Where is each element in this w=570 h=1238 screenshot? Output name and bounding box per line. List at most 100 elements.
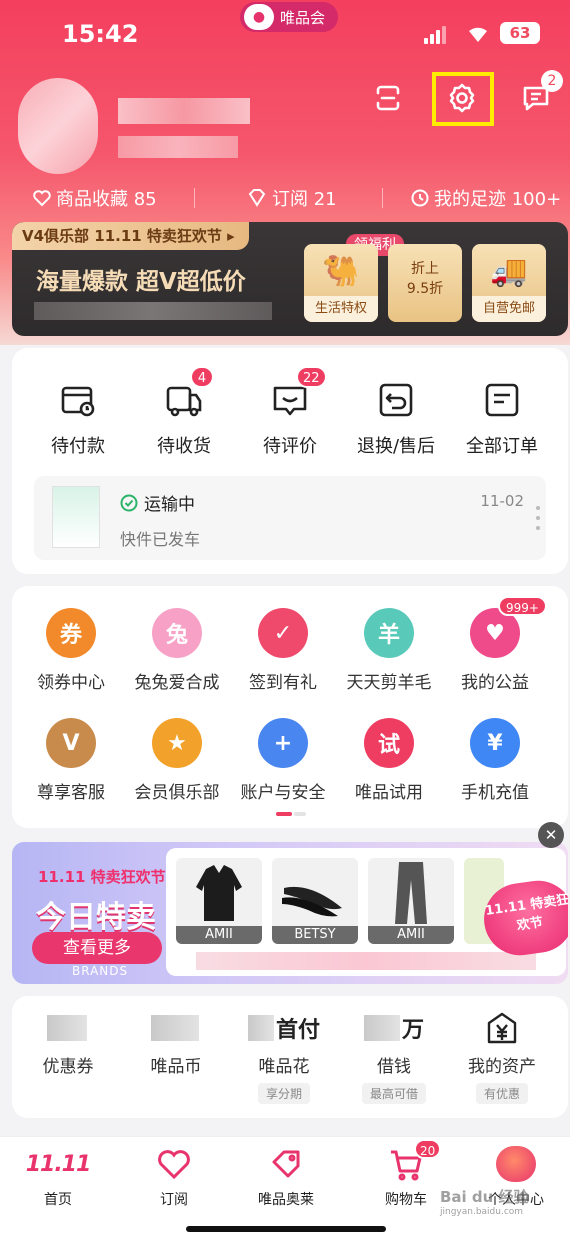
stat-favorites-label: 商品收藏 85 bbox=[56, 189, 157, 210]
cart-badge: 20 bbox=[414, 1139, 442, 1159]
finance-label: 我的资产 bbox=[468, 1057, 536, 1077]
vip-subtext-redacted bbox=[34, 302, 272, 320]
finance-value-text: 万 bbox=[401, 1018, 424, 1043]
order-all[interactable]: 全部订单 bbox=[452, 380, 552, 458]
product-brand: AMII bbox=[368, 926, 454, 944]
order-pending-review[interactable]: 22 待评价 bbox=[240, 366, 340, 458]
benefit-free-shipping[interactable]: 🚚 自营免邮 bbox=[472, 244, 546, 322]
watermark-main: Bai du 经验 bbox=[440, 1188, 529, 1206]
wallet-icon bbox=[58, 380, 98, 420]
home-indicator[interactable] bbox=[186, 1226, 386, 1232]
stat-subscriptions[interactable]: 订阅 21 bbox=[246, 185, 337, 211]
product-brand: AMII bbox=[176, 926, 262, 944]
order-label: 全部订单 bbox=[466, 436, 538, 457]
phone-icon: ¥ bbox=[470, 718, 520, 768]
watermark-sub: jingyan.baidu.com bbox=[440, 1207, 524, 1217]
promo-brands: BRANDS bbox=[72, 964, 129, 978]
list-icon bbox=[482, 380, 522, 420]
finance-label: 借钱 bbox=[377, 1057, 411, 1077]
benefit-label: 自营免邮 bbox=[472, 296, 546, 322]
jacket-image bbox=[176, 858, 262, 928]
tab-subscribe[interactable]: 订阅 bbox=[124, 1145, 224, 1209]
service-label: 唯品试用 bbox=[355, 783, 423, 803]
shipping-desc: 快件已发车 bbox=[120, 530, 201, 549]
service-label: 尊享客服 bbox=[37, 783, 105, 803]
scan-button[interactable] bbox=[370, 80, 406, 116]
finance-sub: 享分期 bbox=[257, 1083, 310, 1104]
product-card[interactable]: AMII bbox=[176, 858, 262, 944]
avatar[interactable] bbox=[18, 78, 98, 174]
shipping-date: 11-02 bbox=[480, 492, 524, 510]
finance-label: 唯品花 bbox=[258, 1057, 310, 1077]
settings-highlight bbox=[432, 72, 494, 126]
service-charity[interactable]: ♥ 999+ 我的公益 bbox=[440, 596, 550, 693]
shipping-update[interactable]: 运输中 快件已发车 11-02 bbox=[34, 476, 546, 560]
product-card[interactable]: AMII bbox=[368, 858, 454, 944]
crown-icon: ★ bbox=[152, 718, 202, 768]
benefit-discount[interactable]: 折上 9.5折 bbox=[388, 244, 462, 322]
finance-coupons[interactable]: 优惠券 bbox=[16, 1012, 120, 1077]
divider bbox=[382, 188, 383, 208]
sheep-icon: 羊 bbox=[364, 608, 414, 658]
service-checkin[interactable]: ✓ 签到有礼 bbox=[228, 608, 338, 693]
finance-label: 唯品币 bbox=[150, 1057, 202, 1077]
finance-label: 优惠券 bbox=[42, 1057, 94, 1077]
finance-sub: 最高可借 bbox=[361, 1083, 426, 1104]
stat-footprints-label: 我的足迹 100+ bbox=[434, 189, 562, 210]
stat-footprints[interactable]: 我的足迹 100+ bbox=[410, 185, 561, 211]
wifi-icon bbox=[469, 27, 487, 42]
service-vip-service[interactable]: V 尊享客服 bbox=[16, 718, 126, 803]
order-label: 待收货 bbox=[157, 436, 211, 457]
promo-more-button[interactable]: 查看更多 bbox=[32, 932, 162, 964]
finance-weipinhua[interactable]: 首付 唯品花 享分期 bbox=[232, 1012, 336, 1104]
order-pending-receipt[interactable]: 4 待收货 bbox=[134, 366, 234, 458]
service-label: 领券中心 bbox=[37, 673, 105, 693]
product-thumbnail bbox=[52, 486, 100, 548]
service-wool-game[interactable]: 羊天天剪羊毛 bbox=[334, 608, 444, 693]
product-card[interactable]: BETSY bbox=[272, 858, 358, 944]
tab-home[interactable]: 11.11 首页 bbox=[8, 1145, 108, 1209]
v-badge-icon: V bbox=[46, 718, 96, 768]
service-phone-recharge[interactable]: ¥ 手机充值 bbox=[440, 718, 550, 803]
service-trial[interactable]: 试唯品试用 bbox=[334, 718, 444, 803]
orders-card: 待付款 4 待收货 22 待评价 退换/售后 全部订单 运输中 快件已发车 11… bbox=[12, 348, 568, 574]
finance-vipcoins[interactable]: 唯品币 bbox=[124, 1012, 228, 1077]
service-bunny-game[interactable]: 兔兔兔爱合成 bbox=[122, 608, 232, 693]
shipping-status: 运输中 bbox=[120, 490, 195, 515]
app-indicator: ● 唯品会 bbox=[240, 2, 338, 32]
product-names-redacted bbox=[196, 952, 536, 970]
coupon-icon: 折上 9.5折 bbox=[388, 244, 462, 298]
order-returns[interactable]: 退换/售后 bbox=[346, 380, 446, 458]
stat-favorites[interactable]: 商品收藏 85 bbox=[32, 185, 157, 211]
user-level-redacted bbox=[118, 136, 238, 158]
promo-banner[interactable]: 11.11 特卖狂欢节 今日特卖 查看更多 BRANDS AMII BETSY … bbox=[12, 842, 568, 984]
benefit-life-privilege[interactable]: 🐫 生活特权 bbox=[304, 244, 378, 322]
finance-value bbox=[16, 1012, 120, 1044]
value-redacted bbox=[363, 1015, 400, 1041]
service-account-security[interactable]: + 账户与安全 bbox=[228, 718, 338, 803]
finance-value-text: 首付 bbox=[275, 1018, 320, 1043]
bunny-icon: 兔 bbox=[152, 608, 202, 658]
order-pending-payment[interactable]: 待付款 bbox=[28, 380, 128, 458]
vip-club-tag[interactable]: V4俱乐部 11.11 特卖狂欢节 ▸ bbox=[12, 222, 249, 250]
home-1111-icon: 11.11 bbox=[25, 1151, 92, 1177]
finance-assets[interactable]: 我的资产 有优惠 bbox=[450, 1012, 554, 1104]
promo-headline: 今日特卖 bbox=[36, 900, 156, 935]
watermark: Bai du 经验 jingyan.baidu.com bbox=[440, 1186, 529, 1217]
close-icon[interactable]: ✕ bbox=[538, 822, 564, 848]
more-dots-icon[interactable] bbox=[536, 506, 540, 532]
tab-outlet[interactable]: 唯品奥莱 bbox=[236, 1145, 336, 1209]
app-name: 唯品会 bbox=[280, 8, 326, 27]
service-member-club[interactable]: ★ 会员俱乐部 bbox=[122, 718, 232, 803]
heart-icon bbox=[124, 1145, 224, 1183]
page-indicator bbox=[276, 812, 306, 816]
service-coupon-center[interactable]: 券领券中心 bbox=[16, 608, 126, 693]
vip-club-card[interactable]: V4俱乐部 11.11 特卖狂欢节 ▸ 海量爆款 超V超低价 领福利 🐫 生活特… bbox=[12, 222, 568, 336]
finance-value bbox=[124, 1012, 228, 1044]
value-redacted bbox=[151, 1015, 199, 1041]
service-label: 天天剪羊毛 bbox=[346, 673, 432, 693]
finance-loan[interactable]: 万 借钱 最高可借 bbox=[342, 1012, 446, 1104]
scan-icon bbox=[376, 85, 400, 111]
status-time: 15:42 bbox=[62, 20, 139, 48]
return-icon bbox=[376, 380, 416, 420]
